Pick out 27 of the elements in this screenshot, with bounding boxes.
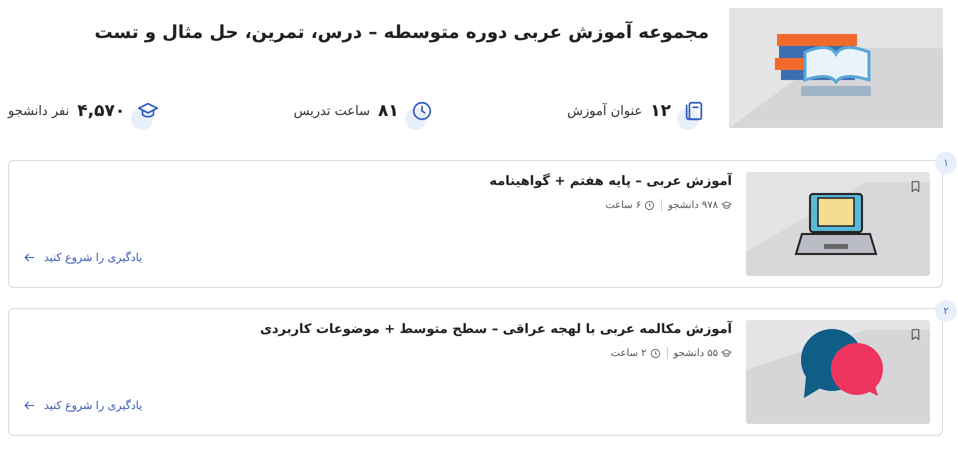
arrow-left-icon [23, 251, 36, 264]
start-learning-link[interactable]: یادگیری را شروع کنید [23, 399, 142, 412]
stat-value: ۴,۵۷۰ [77, 101, 126, 121]
student-count: ۹۷۸ دانشجو [668, 200, 718, 210]
clock-icon [644, 200, 656, 210]
stat-label: ساعت تدریس [294, 104, 370, 118]
clock-icon [650, 348, 660, 358]
stat-label: نفر دانشجو [8, 104, 70, 118]
bookmark-icon[interactable] [909, 180, 922, 193]
course-card[interactable]: آموزش عربی – پایه هفتم + گواهینامه ۹۷۸ دانشجو ۶ ساعت یادگیری را شروع کنید [8, 160, 943, 288]
start-learning-link[interactable]: یادگیری را شروع کنید [23, 251, 142, 264]
course-number: ۲ [935, 300, 957, 322]
course-duration: ۶ ساعت [605, 200, 642, 210]
stat-value: ۱۲ [650, 101, 671, 121]
graduation-cap-icon [721, 200, 732, 210]
stat-label: عنوان آموزش [567, 104, 642, 118]
bookmark-icon[interactable] [909, 328, 922, 341]
arrow-left-icon [23, 399, 36, 412]
course-card[interactable]: آموزش مکالمه عربی با لهجه عراقی – سطح متوسط + موضوعات کاربردی ۵۵ دانشجو ۲ ساعت یادگیری را شروع کنید [8, 308, 943, 436]
course-title: آموزش مکالمه عربی با لهجه عراقی – سطح متوسط + موضوعات کاربردی [258, 322, 732, 337]
graduation-cap-icon [721, 348, 732, 358]
collection-title: مجموعه آموزش عربی دوره متوسطه – درس، تمرین، حل مثال و تست [93, 22, 709, 43]
course-number: ۱ [935, 152, 957, 174]
student-count: ۵۵ دانشجو [674, 348, 718, 358]
stat-value: ۸۱ [378, 101, 399, 121]
course-duration: ۲ ساعت [610, 348, 646, 358]
course-title: آموزش عربی – پایه هفتم + گواهینامه [488, 174, 732, 189]
